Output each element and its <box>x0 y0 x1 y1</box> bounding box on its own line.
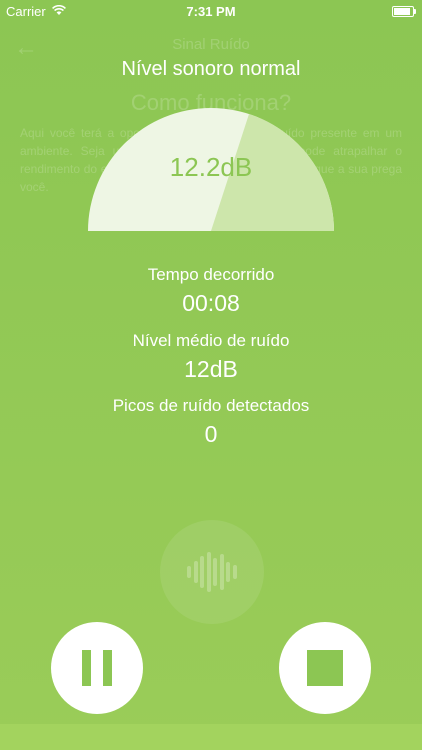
gauge-value: 12.2dB <box>169 152 253 182</box>
background-title: Sinal Ruído <box>172 36 250 53</box>
pause-button[interactable] <box>51 622 143 714</box>
waveform-icon <box>160 520 264 624</box>
average-noise-value: 12dB <box>184 356 238 382</box>
noise-peaks-label: Picos de ruído detectados <box>112 396 310 415</box>
stop-button[interactable] <box>279 622 371 714</box>
noise-peaks-value: 0 <box>204 421 218 447</box>
elapsed-time-label: Tempo decorrido <box>147 265 275 284</box>
average-noise-label: Nível médio de ruído <box>132 331 290 350</box>
bottom-band <box>0 724 422 750</box>
elapsed-time-value: 00:08 <box>182 290 240 316</box>
pause-icon <box>82 650 112 686</box>
stop-icon <box>307 650 343 686</box>
noise-level-heading: Nível sonoro normal <box>121 58 301 80</box>
